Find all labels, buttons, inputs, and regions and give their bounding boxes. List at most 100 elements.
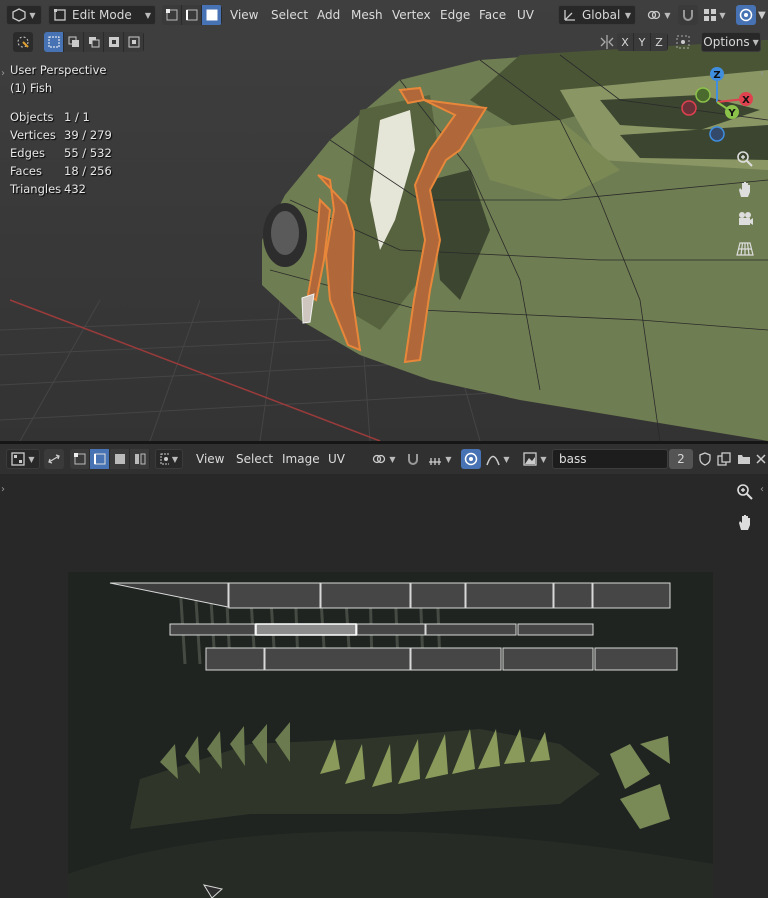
uv-snap-toggle-button[interactable]	[403, 449, 423, 469]
proportional-edit-icon	[739, 8, 753, 22]
auto-merge-button[interactable]	[673, 32, 693, 52]
hand-icon	[739, 515, 750, 530]
uv-zoom-button[interactable]	[731, 478, 759, 506]
uv-proportional-edit-button[interactable]	[461, 449, 481, 469]
editor-type-selector[interactable]: ▼	[6, 5, 42, 25]
uv-snap-target-dropdown[interactable]: ▼	[424, 449, 456, 469]
chevron-down-icon[interactable]: ▼	[758, 10, 766, 21]
orientation-dropdown[interactable]: Global ▼	[558, 5, 636, 25]
gizmo-z-label: Z	[713, 70, 720, 81]
uv-island[interactable]	[228, 582, 321, 609]
mirror-z-toggle[interactable]: Z	[651, 33, 668, 51]
image-users-count[interactable]: 2	[669, 449, 693, 469]
select-subtract-icon	[88, 37, 99, 48]
uv-island[interactable]	[410, 582, 466, 609]
new-image-button[interactable]	[714, 449, 734, 469]
open-image-button[interactable]	[734, 449, 754, 469]
edge-select-button[interactable]	[182, 5, 202, 25]
3d-viewport[interactable]: ▼ Edit Mode ▼ View Select Add Mesh Verte…	[0, 0, 768, 441]
gizmo-neg-x[interactable]	[681, 100, 697, 116]
zoom-button[interactable]	[731, 145, 759, 173]
camera-view-button[interactable]	[731, 205, 759, 233]
uv-island[interactable]	[517, 623, 594, 636]
uv-island[interactable]	[264, 647, 411, 671]
uv-island[interactable]	[205, 647, 265, 671]
uv-menu-view[interactable]: View	[188, 452, 232, 466]
proportional-edit-icon	[464, 452, 478, 466]
chevron-right-icon[interactable]: ›	[1, 68, 5, 79]
chevron-left-icon[interactable]: ‹	[760, 484, 764, 495]
chevron-left-icon[interactable]: ‹	[760, 68, 764, 79]
edit-mode-icon	[54, 9, 66, 21]
uv-pan-button[interactable]	[731, 508, 759, 536]
edge-select-icon	[93, 453, 105, 465]
select-set-button[interactable]	[44, 32, 64, 52]
uv-island[interactable]	[356, 623, 426, 636]
menu-view[interactable]: View	[222, 8, 266, 22]
mirror-x-toggle[interactable]: X	[617, 33, 634, 51]
select-tool-button[interactable]	[13, 32, 33, 52]
uv-island[interactable]	[320, 582, 411, 609]
uv-island[interactable]	[553, 582, 593, 609]
viewport-tool-header: X Y Z Options ▼	[0, 30, 768, 54]
uv-face-select-button[interactable]	[110, 449, 130, 469]
select-subtract-button[interactable]	[84, 32, 104, 52]
perspective-label: User Perspective	[10, 63, 107, 77]
gizmo-neg-z[interactable]	[709, 126, 725, 142]
image-name-field[interactable]: bass	[552, 449, 668, 469]
pan-button[interactable]	[731, 175, 759, 203]
chevron-down-icon: ▼	[389, 454, 396, 464]
menu-vertex[interactable]: Vertex	[384, 8, 439, 22]
uv-sync-selection-button[interactable]	[44, 449, 64, 469]
mode-dropdown[interactable]: Edit Mode ▼	[48, 5, 156, 25]
uv-island[interactable]	[410, 647, 502, 671]
uv-island-select-button[interactable]	[130, 449, 150, 469]
viewport-header: ▼ Edit Mode ▼ View Select Add Mesh Verte…	[0, 0, 768, 30]
select-extend-button[interactable]	[64, 32, 84, 52]
uv-pivot-dropdown[interactable]: ▼	[370, 449, 398, 469]
fake-user-button[interactable]	[695, 449, 715, 469]
ortho-toggle-button[interactable]	[731, 235, 759, 263]
uv-edge-select-button[interactable]	[90, 449, 110, 469]
proportional-edit-button[interactable]	[736, 5, 756, 25]
chevron-right-icon[interactable]: ›	[1, 484, 5, 495]
face-select-button[interactable]	[202, 5, 222, 25]
image-browse-dropdown[interactable]: ▼	[520, 449, 550, 469]
uv-editor[interactable]: ▼ ▼ View Select Image UV ▼ ▼ ▼ ▼ bass 2 …	[0, 444, 768, 898]
mode-label: Edit Mode	[72, 8, 132, 22]
snap-toggle-button[interactable]	[678, 5, 698, 25]
viewport-scene[interactable]	[0, 0, 768, 441]
uv-canvas[interactable]	[0, 444, 768, 898]
menu-uv[interactable]: UV	[509, 8, 542, 22]
options-dropdown[interactable]: Options ▼	[701, 32, 761, 52]
uv-island[interactable]	[594, 647, 678, 671]
uv-island[interactable]	[502, 647, 594, 671]
uv-sticky-select-dropdown[interactable]: ▼	[155, 449, 183, 469]
uv-menu-uv[interactable]: UV	[320, 452, 353, 466]
unlink-image-button[interactable]	[754, 449, 768, 469]
gizmo-neg-y[interactable]	[695, 87, 711, 103]
uv-island[interactable]	[425, 623, 517, 636]
pivot-link-icon	[373, 454, 386, 464]
mirror-y-toggle[interactable]: Y	[634, 33, 651, 51]
snap-target-dropdown[interactable]: ▼	[700, 5, 730, 25]
zoom-icon	[737, 484, 753, 500]
uv-vertex-select-button[interactable]	[70, 449, 90, 469]
uv-island[interactable]	[465, 582, 554, 609]
uv-island[interactable]	[592, 582, 671, 609]
select-invert-button[interactable]	[104, 32, 124, 52]
navigation-gizmo[interactable]: Z X Y	[680, 62, 760, 142]
smooth-falloff-icon	[486, 455, 501, 466]
uv-island-active[interactable]	[255, 623, 357, 636]
uv-falloff-dropdown[interactable]: ▼	[482, 449, 514, 469]
orientation-label: Global	[582, 8, 621, 22]
mirror-icon	[599, 34, 615, 53]
pivot-point-dropdown[interactable]: ▼	[644, 5, 674, 25]
vertex-select-button[interactable]	[162, 5, 182, 25]
select-invert-icon	[108, 37, 119, 47]
select-intersect-button[interactable]	[124, 32, 144, 52]
chevron-down-icon: ▼	[540, 454, 547, 464]
uv-island[interactable]	[169, 623, 256, 636]
uv-editor-type-selector[interactable]: ▼	[6, 449, 40, 469]
menu-face[interactable]: Face	[471, 8, 514, 22]
